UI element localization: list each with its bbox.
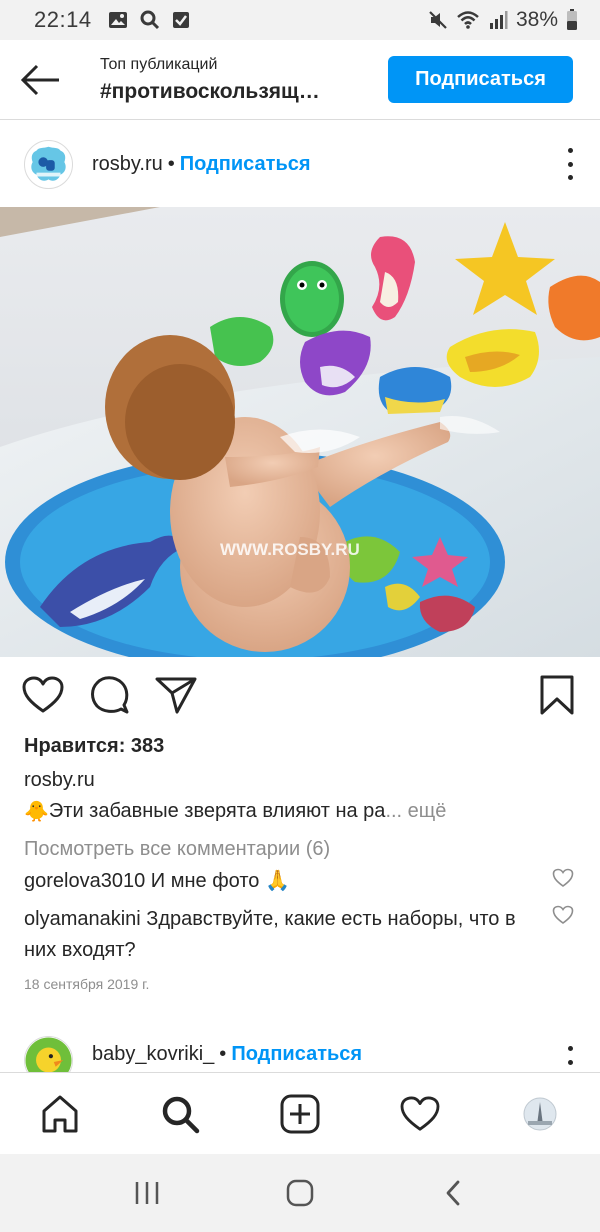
view-all-comments-link[interactable]: Посмотреть все комментарии (6) [24,838,330,861]
post-photo[interactable]: WWW.ROSBY.RU [0,207,600,657]
home-circle-icon [286,1179,314,1207]
paper-plane-icon [155,677,197,714]
watermark: WWW.ROSBY.RU [220,540,360,559]
likes-label: Нравится: [24,735,126,757]
battery-percent: 38% [515,8,558,31]
avatar[interactable] [24,139,73,189]
small-heart-icon [552,868,574,887]
plus-square-icon [280,1094,320,1133]
post-follow-button[interactable]: Подписаться [180,153,311,176]
chick-emoji: 🐥 [24,801,49,823]
likes-count[interactable]: Нравится: 383 [24,735,164,758]
post-username[interactable]: rosby.ru [92,153,163,176]
image-icon [108,12,127,28]
next-post-follow-button[interactable]: Подписаться [231,1043,362,1066]
top-bar: Топ публикаций #противоскользящ… Подписа… [0,40,600,120]
nav-search[interactable] [150,1084,210,1144]
separator-dot: • [167,152,175,175]
nav-profile[interactable] [510,1084,570,1144]
post-actions [0,672,600,722]
post-header: rosby.ru • Подписаться [0,122,600,206]
back-system-button[interactable] [423,1163,483,1223]
wifi-icon [457,11,479,29]
separator-dot: • [219,1042,227,1065]
follow-hashtag-button[interactable]: Подписаться [388,56,573,103]
caption-text: Эти забавные зверята влияют на ра [48,800,386,822]
home-system-button[interactable] [270,1163,330,1223]
caption-more-link[interactable]: ... ещё [385,800,446,823]
heart-icon [22,676,64,713]
mute-icon [429,11,447,29]
nav-home[interactable] [30,1084,90,1144]
comment-like-button[interactable] [552,868,574,890]
heart-icon [400,1095,440,1131]
comment-like-button[interactable] [552,905,574,927]
bath-photo-illustration: WWW.ROSBY.RU [0,207,600,657]
signal-icon [489,11,508,29]
profile-avatar-icon [523,1097,557,1130]
nav-create[interactable] [270,1084,330,1144]
battery-icon [567,9,577,30]
search-icon [162,1096,200,1133]
next-post-username[interactable]: baby_kovriki_ [92,1043,214,1066]
nav-activity[interactable] [390,1084,450,1144]
more-options-button[interactable] [564,148,576,180]
save-button[interactable] [534,672,580,718]
rosby-logo-icon [25,140,72,188]
system-navigation [0,1154,600,1232]
checkbox-icon [172,12,189,28]
small-heart-icon [552,905,574,924]
home-icon [42,1095,78,1132]
back-arrow-icon [20,64,59,95]
likes-number: 383 [130,735,165,757]
status-bar: 22:14 38% [0,0,600,40]
header-subtitle: Топ публикаций [100,55,218,73]
back-button[interactable] [0,40,80,120]
bottom-navigation [0,1072,600,1154]
status-time: 22:14 [34,7,92,32]
comment-button[interactable] [87,672,133,718]
comment-username[interactable]: olyamanakini [24,908,141,930]
search-icon [140,10,159,30]
caption: 🐥 Эти забавные зверята влияют на ра ... … [24,799,446,824]
share-button[interactable] [153,672,199,718]
comment-item: olyamanakini Здравствуйте, какие есть на… [24,904,544,966]
duck-avatar-icon [25,1036,72,1076]
avatar[interactable] [24,1035,73,1076]
next-post-header: baby_kovriki_ • Подписаться [0,1032,600,1076]
comment-bubble-icon [91,676,129,714]
comment-item: gorelova3010 И мне фото 🙏 [24,866,544,897]
caption-username[interactable]: rosby.ru [24,769,95,792]
comment-username[interactable]: gorelova3010 [24,870,145,892]
bookmark-icon [540,675,574,715]
like-button[interactable] [20,672,66,718]
comment-text: И мне фото 🙏 [150,870,290,892]
recent-apps-button[interactable] [117,1163,177,1223]
hashtag-title: #противоскользящ… [100,79,320,103]
recent-apps-icon [135,1182,158,1204]
post-date: 18 сентября 2019 г. [24,976,150,992]
chevron-left-icon [446,1180,460,1206]
